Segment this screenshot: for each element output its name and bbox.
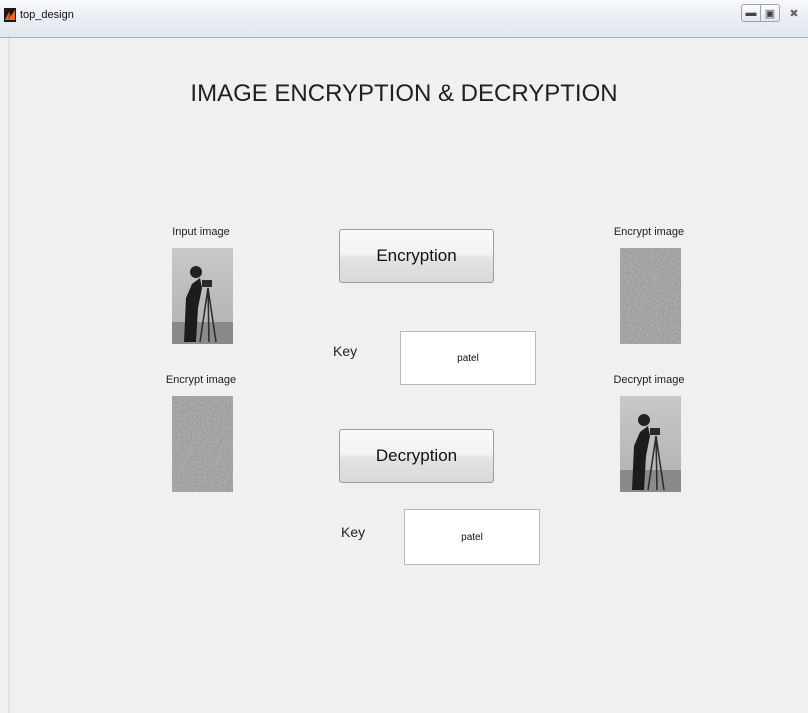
page-title: IMAGE ENCRYPTION & DECRYPTION: [190, 80, 618, 107]
close-icon: ✖: [789, 7, 799, 20]
decryption-key-input[interactable]: [404, 509, 540, 565]
cameraman-photo: [172, 248, 233, 344]
maximize-icon: ▣: [764, 7, 776, 20]
decryption-key-label: Key: [341, 524, 366, 540]
decrypt-image-label: Decrypt image: [613, 374, 685, 386]
window-title: top_design: [20, 9, 74, 21]
cameraman-photo: [620, 396, 681, 492]
encryption-button[interactable]: Encryption: [339, 229, 494, 283]
window-titlebar: top_design ▬ ▣ ✖: [0, 0, 808, 38]
close-button[interactable]: ✖: [784, 4, 804, 22]
noise-image: [620, 248, 681, 344]
decrypted-image: [620, 396, 681, 492]
maximize-button[interactable]: ▣: [760, 4, 780, 22]
matlab-logo-icon: [4, 8, 16, 22]
noise-image: [172, 396, 233, 492]
encryption-key-label: Key: [333, 343, 358, 359]
decryption-button[interactable]: Decryption: [339, 429, 494, 483]
right-encrypted-image: [620, 248, 681, 344]
left-encrypted-image: [172, 396, 233, 492]
minimize-icon: ▬: [745, 7, 757, 19]
window-frame-edge: [8, 38, 10, 713]
input-image: [172, 248, 233, 344]
encryption-key-input[interactable]: [400, 331, 536, 385]
minimize-button[interactable]: ▬: [741, 4, 761, 22]
right-encrypt-image-label: Encrypt image: [613, 226, 685, 238]
input-image-label: Input image: [172, 226, 230, 238]
left-encrypt-image-label: Encrypt image: [165, 374, 237, 386]
